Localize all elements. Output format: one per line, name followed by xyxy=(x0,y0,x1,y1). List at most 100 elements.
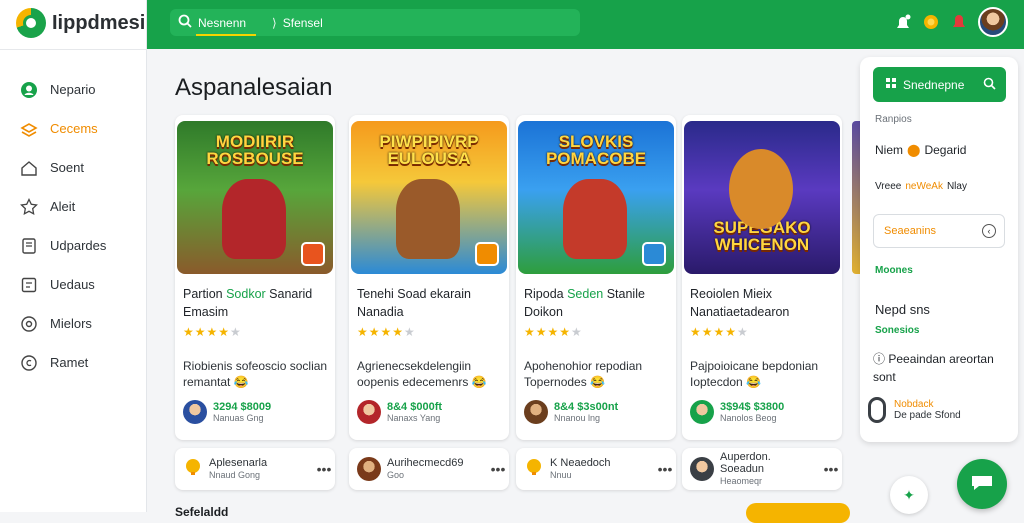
sidebar-item-label: Aleit xyxy=(50,199,76,214)
game-badge-icon xyxy=(475,242,499,266)
list-item[interactable]: K Neaedoch Nnuu ••• xyxy=(516,448,676,490)
price-sub: Nnanou lng xyxy=(554,413,601,423)
sidebar-item-label: Udpardes xyxy=(50,238,107,253)
panel-line[interactable]: Niem ⬤ Degarid xyxy=(875,143,966,157)
rating-stars: ★★★★★ xyxy=(524,325,583,339)
panel-label: Moones xyxy=(875,265,913,276)
alert-icon[interactable] xyxy=(950,13,968,31)
card-description: Riobienis sofeoscio soclian remantat 😂 xyxy=(183,359,328,389)
sidebar-item-5[interactable]: Uedaus xyxy=(0,265,147,304)
thumbnail-title: MODIIRIR ROSBOUSE xyxy=(206,132,304,168)
grid-icon xyxy=(885,77,897,92)
panel-subtitle: Ranpios xyxy=(875,114,912,125)
panel-select[interactable]: Seaeanins ‹ xyxy=(873,214,1005,248)
search-icon xyxy=(178,14,192,31)
logo-icon xyxy=(16,8,46,38)
panel-primary-button[interactable]: Snednepne xyxy=(873,67,1006,102)
game-card[interactable]: SUPEGAKO WHICENON Reoiolen Mieix Nanatia… xyxy=(682,115,842,440)
game-thumbnail[interactable]: SLOVKIS POMACOBE xyxy=(518,121,674,274)
rating-stars: ★★★★★ xyxy=(183,325,242,339)
bottom-button[interactable] xyxy=(746,503,850,523)
separator-icon: ⟩ xyxy=(272,15,277,30)
list-item[interactable]: Auperdon. Soeadun Heaomeqr ••• xyxy=(682,448,842,490)
more-icon[interactable]: ••• xyxy=(820,461,842,477)
price-sub: Nanolos Beog xyxy=(720,413,777,423)
card-footer: 8&4 $000ft Nanaxs Yang xyxy=(357,400,442,424)
panel-heading: Nepd sns xyxy=(875,302,930,317)
hint-icon xyxy=(524,457,544,482)
info-icon: ⓘ xyxy=(873,352,889,366)
game-card[interactable]: PIWPIPIVRP EULOUSA Tenehi Soad ekarain N… xyxy=(349,115,509,440)
sidebar-item-label: Uedaus xyxy=(50,277,95,292)
coins-icon[interactable] xyxy=(922,13,940,31)
price: 8&4 $3s00nt xyxy=(554,401,619,413)
top-icons xyxy=(894,7,1008,37)
card-description: Agrienecsekdelengiin oopenis edecemenrs … xyxy=(357,359,487,389)
card-description: Apohenohior repodian Topernodes 😂 xyxy=(524,359,643,389)
notifications-icon[interactable] xyxy=(894,13,912,31)
sidebar-item-6[interactable]: Mielors xyxy=(0,304,147,343)
rating-stars: ★★★★★ xyxy=(357,325,416,339)
toggle-icon[interactable] xyxy=(868,397,886,423)
more-icon[interactable]: ••• xyxy=(313,461,335,477)
layers-icon xyxy=(20,120,38,138)
top-bar: Nesnenn ⟩ Sfensel xyxy=(147,0,1024,49)
list-item[interactable]: Aurihecmecd69 Goo ••• xyxy=(349,448,509,490)
plant-icon[interactable]: ✦ xyxy=(890,476,928,514)
game-thumbnail[interactable]: SUPEGAKO WHICENON xyxy=(684,121,840,274)
sidebar-item-2[interactable]: Soent xyxy=(0,148,147,187)
search-secondary[interactable]: Sfensel xyxy=(283,16,323,30)
sidebar-item-label: Nepario xyxy=(50,82,96,97)
search-bar[interactable]: Nesnenn ⟩ Sfensel xyxy=(170,9,580,36)
game-thumbnail-partial[interactable] xyxy=(852,121,860,274)
folder-icon xyxy=(20,237,38,255)
card-footer: 8&4 $3s00nt Nnanou lng xyxy=(524,400,618,424)
search-input[interactable]: Nesnenn xyxy=(195,16,257,36)
game-card[interactable]: MODIIRIR ROSBOUSE Partion Sodkor Sanarid… xyxy=(175,115,335,440)
list-item[interactable]: Aplesenarla Nnaud Gong ••• xyxy=(175,448,335,490)
panel-text: ⓘ Peeaindan areortan sont xyxy=(873,352,994,384)
game-card[interactable]: SLOVKIS POMACOBE Ripoda Seden Stanile Do… xyxy=(516,115,676,440)
list-item-label: Aurihecmecd69 Goo xyxy=(387,457,464,480)
panel-footer-label: Nobdack xyxy=(894,399,934,410)
thumbnail-title: PIWPIPIVRP EULOUSA xyxy=(379,132,479,168)
chevron-left-icon: ‹ xyxy=(982,224,996,238)
character-image xyxy=(396,179,460,259)
author-avatar xyxy=(357,457,381,481)
sidebar-item-1[interactable]: Cecems xyxy=(0,109,147,148)
list-item-label: K Neaedoch Nnuu xyxy=(550,457,611,480)
card-title: Tenehi Soad ekarain Nanadia xyxy=(357,287,471,319)
sidebar-item-4[interactable]: Udpardes xyxy=(0,226,147,265)
settings-icon xyxy=(20,315,38,333)
home-icon xyxy=(20,159,38,177)
app-name: Iippdmesi xyxy=(52,11,146,34)
logo[interactable]: Iippdmesi xyxy=(16,6,145,40)
character-image xyxy=(729,149,793,229)
card-title: Ripoda Seden Stanile Doikon xyxy=(524,287,645,319)
panel-footer[interactable]: Nobdack De pade Sfond xyxy=(868,397,961,423)
sidebar-nav: Nepario Cecems Soent Aleit Udpardes Ueda… xyxy=(0,70,147,382)
list-item-label: Auperdon. Soeadun Heaomeqr xyxy=(720,451,771,486)
more-icon[interactable]: ••• xyxy=(654,461,676,477)
card-title: Partion Sodkor Sanarid Emasim xyxy=(183,287,313,319)
more-icon[interactable]: ••• xyxy=(487,461,509,477)
card-description: Pajpoioicane bepdonian Ioptecdon 😂 xyxy=(690,359,819,389)
game-thumbnail[interactable]: MODIIRIR ROSBOUSE xyxy=(177,121,333,274)
list-icon xyxy=(20,276,38,294)
section-label: Sefelaldd xyxy=(175,505,229,519)
card-footer: 3$94$ $3800 Nanolos Beog xyxy=(690,400,784,424)
game-badge-icon xyxy=(642,242,666,266)
user-avatar[interactable] xyxy=(978,7,1008,37)
sidebar-item-7[interactable]: Ramet xyxy=(0,343,147,382)
chat-button[interactable] xyxy=(957,459,1007,509)
game-badge-icon xyxy=(301,242,325,266)
copyright-icon xyxy=(20,354,38,372)
panel-line[interactable]: Vreee neWeAk Nlay xyxy=(875,181,967,192)
sidebar-item-label: Ramet xyxy=(50,355,89,370)
sidebar-item-3[interactable]: Aleit xyxy=(0,187,147,226)
game-thumbnail[interactable]: PIWPIPIVRP EULOUSA xyxy=(351,121,507,274)
sidebar-item-label: Soent xyxy=(50,160,84,175)
panel-label: Sonesios xyxy=(875,325,920,336)
card-title: Reoiolen Mieix Nanatiaetadearon xyxy=(690,287,790,319)
sidebar-item-0[interactable]: Nepario xyxy=(0,70,147,109)
